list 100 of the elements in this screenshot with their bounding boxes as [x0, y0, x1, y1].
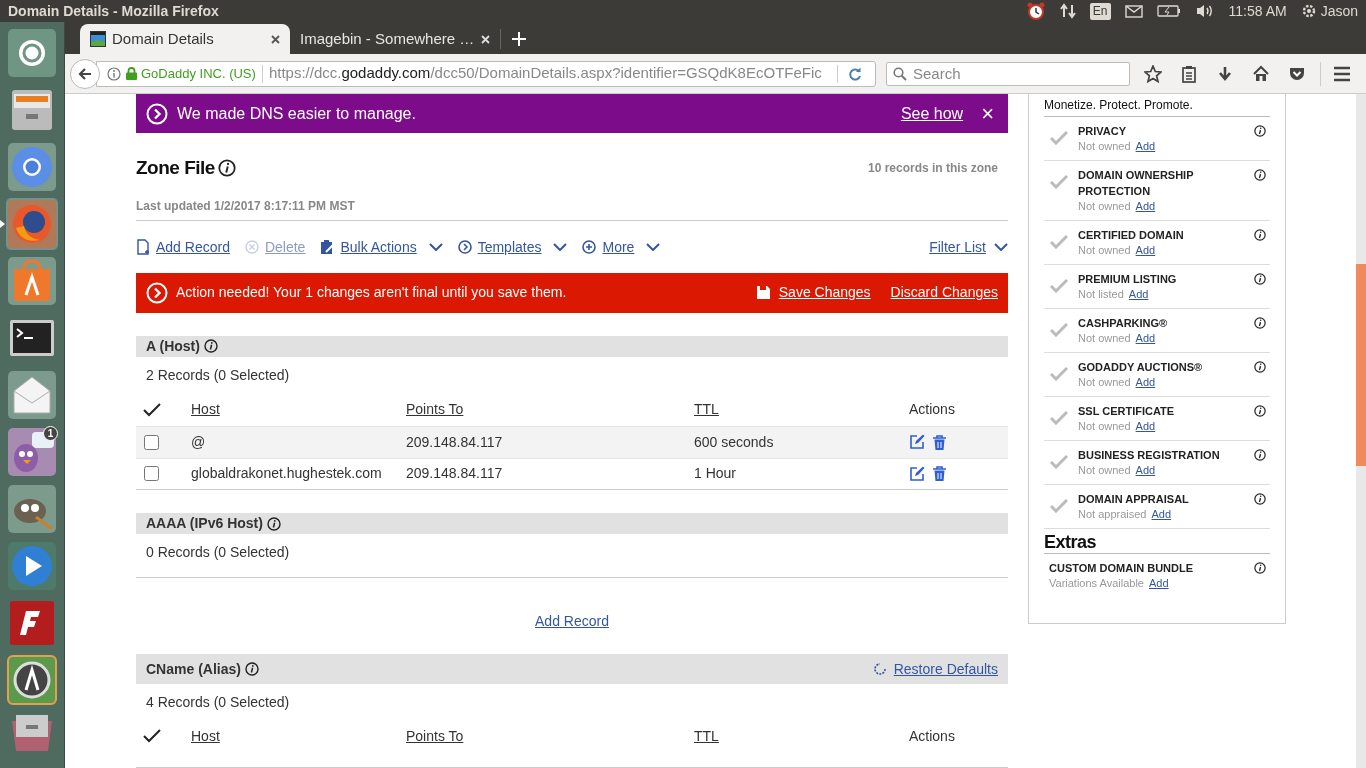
clipboard-icon[interactable]: [1180, 64, 1198, 83]
network-arrows-icon[interactable]: [1059, 3, 1076, 19]
reload-icon[interactable]: [847, 66, 862, 81]
toolbar-link[interactable]: More: [602, 236, 635, 258]
refresh-icon[interactable]: [872, 662, 887, 677]
plus-circle-icon[interactable]: [582, 239, 597, 255]
info-icon[interactable]: [1254, 125, 1266, 137]
add-link[interactable]: Add: [1135, 199, 1156, 214]
toolbar-link[interactable]: Templates: [477, 236, 542, 258]
section-title: CName (Alias): [146, 659, 241, 679]
info-icon[interactable]: [1254, 169, 1266, 181]
close-button[interactable]: ×: [981, 102, 994, 125]
add-link[interactable]: Add: [1149, 576, 1169, 591]
scrollbar-thumb[interactable]: [1356, 264, 1366, 466]
user-name[interactable]: Jason: [1320, 0, 1358, 22]
info-icon[interactable]: [1254, 317, 1266, 329]
launcher-item[interactable]: [6, 426, 58, 478]
new-tab-icon[interactable]: [512, 32, 526, 46]
cancel-circle-icon: [244, 239, 259, 255]
battery-icon[interactable]: [1156, 5, 1181, 17]
add-link[interactable]: Add: [1135, 139, 1156, 154]
info-icon[interactable]: [1254, 493, 1266, 505]
add-link[interactable]: Add: [1135, 419, 1156, 434]
info-icon[interactable]: [266, 516, 281, 531]
column-header-link[interactable]: Host: [191, 399, 220, 421]
table-row[interactable]: @ 209.148.84.117 600 seconds: [136, 426, 1008, 458]
add-link[interactable]: Add: [1135, 331, 1156, 346]
product-name: BUSINESS REGISTRATION: [1078, 448, 1221, 463]
back-button[interactable]: [70, 58, 100, 89]
edit-icon[interactable]: [909, 465, 925, 482]
select-all-check-icon[interactable]: [143, 402, 161, 417]
launcher-item[interactable]: [6, 540, 58, 592]
alarm-clock-icon[interactable]: [1025, 1, 1046, 21]
active-arrow-icon: [0, 220, 5, 228]
caret-icon[interactable]: [646, 243, 661, 251]
info-icon[interactable]: [1254, 361, 1266, 373]
download-icon[interactable]: [1216, 64, 1234, 83]
info-icon[interactable]: [1254, 449, 1266, 461]
volume-icon[interactable]: [1194, 3, 1215, 19]
table-cell-text: 209.148.84.117: [406, 464, 503, 484]
gear-icon[interactable]: [1300, 3, 1317, 19]
info-icon[interactable]: [1254, 562, 1266, 574]
add-record-link[interactable]: Add Record: [535, 611, 609, 633]
add-link[interactable]: Add: [1151, 507, 1172, 522]
product-status: Not owned: [1078, 331, 1131, 346]
info-icon[interactable]: [217, 159, 236, 178]
clock-time[interactable]: 11:58 AM: [1228, 0, 1287, 22]
column-header-link[interactable]: Points To: [406, 399, 464, 421]
column-header-link[interactable]: Points To: [406, 725, 464, 747]
bookmark-star-icon[interactable]: [1144, 64, 1162, 83]
row-checkbox[interactable]: [144, 434, 159, 450]
search-icon: [893, 66, 907, 81]
edit-icon[interactable]: [909, 434, 925, 451]
trash-icon[interactable]: [933, 434, 946, 450]
restore-defaults-link[interactable]: Restore Defaults: [893, 658, 998, 680]
launcher-item[interactable]: [6, 369, 58, 421]
caret-icon[interactable]: [553, 243, 568, 251]
see-how-link[interactable]: See how: [900, 101, 964, 126]
close-icon[interactable]: [271, 34, 280, 44]
home-icon[interactable]: [1252, 64, 1270, 83]
site-identity[interactable]: GoDaddy INC. (US): [141, 63, 256, 84]
filter-list-link[interactable]: Filter List: [929, 236, 986, 258]
browser-tab[interactable]: Imagebin - Somewhere …: [290, 24, 500, 54]
info-icon[interactable]: [203, 339, 218, 354]
url-text[interactable]: https://dcc.godaddy.com/dcc50/DomainDetails.aspx?identifier=GSQdK8EcOTFeFic: [268, 62, 835, 85]
clipboard-edit-icon[interactable]: [320, 239, 335, 255]
address-bar[interactable]: GoDaddy INC. (US) https://dcc.godaddy.com/dcc50/DomainDetails.aspx?identifier=GSQdK8EcOTFeFic: [96, 60, 876, 87]
toolbar-link[interactable]: Bulk Actions: [340, 236, 417, 258]
launcher-item[interactable]: [6, 141, 58, 193]
new-file-icon[interactable]: [136, 239, 150, 255]
search-field[interactable]: Search: [886, 61, 1130, 86]
column-header-link[interactable]: TTL: [694, 399, 719, 421]
add-link[interactable]: Add: [1135, 375, 1156, 390]
chevron-circle-icon[interactable]: [457, 239, 472, 255]
info-icon[interactable]: [1254, 405, 1266, 417]
add-link[interactable]: Add: [1135, 243, 1156, 258]
column-header-link[interactable]: TTL: [694, 725, 719, 747]
save-changes-link[interactable]: Save Changes: [778, 282, 871, 304]
scrollbar-track[interactable]: [1356, 94, 1366, 768]
info-icon[interactable]: [1254, 273, 1266, 285]
info-icon[interactable]: [244, 662, 259, 677]
keyboard-layout-indicator[interactable]: En: [1089, 2, 1111, 20]
product-status: Not owned: [1078, 199, 1131, 214]
row-checkbox[interactable]: [144, 466, 159, 482]
caret-icon[interactable]: [994, 243, 1008, 251]
column-header-link[interactable]: Host: [191, 725, 220, 747]
add-link[interactable]: Add: [1135, 463, 1156, 478]
info-icon[interactable]: [1254, 229, 1266, 241]
select-all-check-icon[interactable]: [143, 729, 161, 744]
browser-tab[interactable]: Domain Details: [80, 24, 290, 54]
toolbar-link[interactable]: Add Record: [156, 236, 230, 258]
menu-icon[interactable]: [1333, 65, 1351, 82]
caret-icon[interactable]: [428, 243, 443, 251]
discard-changes-link[interactable]: Discard Changes: [890, 282, 998, 304]
launcher-item[interactable]: [6, 483, 58, 535]
alert-text: Action needed! Your 1 changes aren't final until you save them.: [176, 283, 568, 303]
trash-icon[interactable]: [933, 466, 946, 482]
launcher-item[interactable]: [6, 255, 58, 307]
add-link[interactable]: Add: [1128, 287, 1149, 302]
mail-icon[interactable]: [1124, 4, 1143, 18]
